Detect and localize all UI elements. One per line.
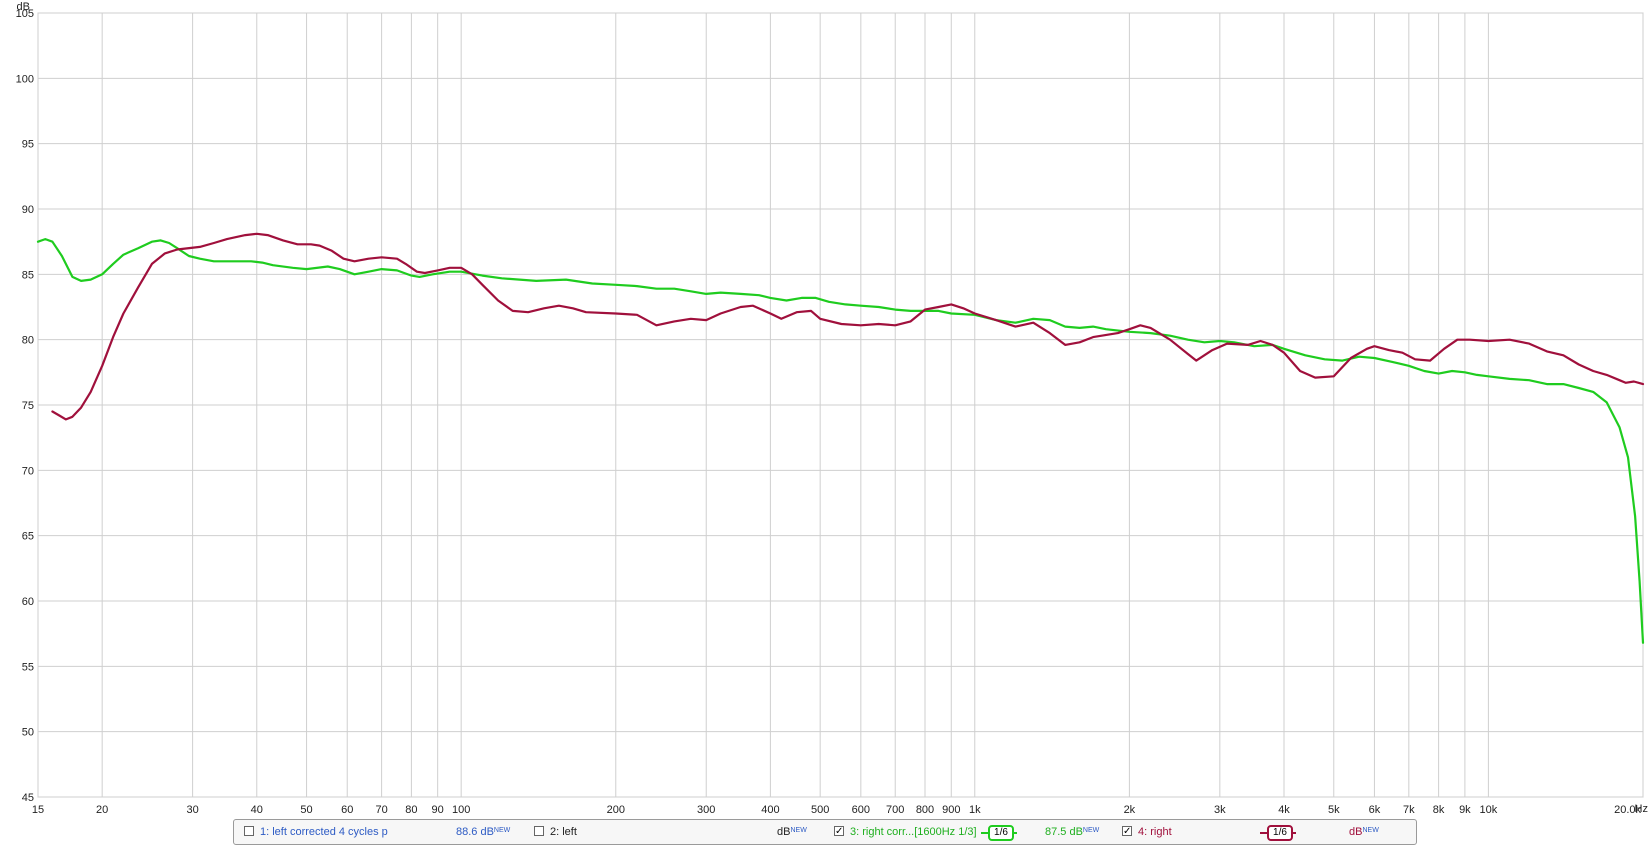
legend-label-1[interactable]: 1: left corrected 4 cycles p xyxy=(260,826,388,839)
y-tick-label: 75 xyxy=(22,400,34,412)
x-tick-label: 200 xyxy=(607,804,625,816)
smoothing-value-4: 1/6 xyxy=(1267,825,1293,841)
legend-label-3[interactable]: 3: right corr...[1600Hz 1/3] xyxy=(850,826,977,839)
x-tick-label: 2k xyxy=(1124,804,1136,816)
legend-value-text-3: 87.5 dB xyxy=(1045,826,1083,838)
x-tick-label: 500 xyxy=(811,804,829,816)
legend-value-1: 88.6 dBNEW xyxy=(456,826,510,839)
legend-value-3: 87.5 dBNEW xyxy=(1045,826,1099,839)
legend-value-text-1: 88.6 dB xyxy=(456,826,494,838)
x-tick-label: 700 xyxy=(886,804,904,816)
y-tick-label: 55 xyxy=(22,661,34,673)
legend-label-4[interactable]: 4: right xyxy=(1138,826,1172,839)
legend-new-badge-4: NEW xyxy=(1362,827,1379,834)
x-tick-label: 5k xyxy=(1328,804,1340,816)
legend-label-2[interactable]: 2: left xyxy=(550,826,577,839)
x-tick-label: 30 xyxy=(186,804,198,816)
x-tick-label: 4k xyxy=(1278,804,1290,816)
x-tick-label: 20 xyxy=(96,804,108,816)
legend-checkbox-1[interactable] xyxy=(244,826,254,836)
x-tick-label: 70 xyxy=(375,804,387,816)
x-tick-label: 40 xyxy=(251,804,263,816)
legend-value-4: dBNEW xyxy=(1349,826,1379,839)
x-tick-label: 50 xyxy=(300,804,312,816)
y-tick-label: 45 xyxy=(22,792,34,804)
x-tick-label: 80 xyxy=(405,804,417,816)
y-tick-label: 60 xyxy=(22,596,34,608)
legend-value-2: dBNEW xyxy=(777,826,807,839)
x-tick-label: 300 xyxy=(697,804,715,816)
x-tick-label: 90 xyxy=(432,804,444,816)
x-tick-label: 600 xyxy=(852,804,870,816)
legend-checkbox-2[interactable] xyxy=(534,826,544,836)
legend-new-badge-1: NEW xyxy=(493,827,511,834)
smoothing-value-3: 1/6 xyxy=(988,825,1014,841)
x-tick-label: 100 xyxy=(452,804,470,816)
x-tick-label: 800 xyxy=(916,804,934,816)
x-tick-label: 3k xyxy=(1214,804,1226,816)
y-tick-label: 85 xyxy=(22,269,34,281)
legend-new-badge-3: NEW xyxy=(1082,827,1100,834)
x-tick-label: 15 xyxy=(32,804,44,816)
x-tick-label: 8k xyxy=(1433,804,1445,816)
x-tick-label: 1k xyxy=(969,804,981,816)
y-tick-label: 80 xyxy=(22,335,34,347)
x-tick-label: 6k xyxy=(1369,804,1381,816)
y-tick-label: 70 xyxy=(22,465,34,477)
y-tick-label: 95 xyxy=(22,139,34,151)
y-tick-label: 100 xyxy=(16,73,34,85)
x-tick-label: 7k xyxy=(1403,804,1415,816)
x-tick-label: 900 xyxy=(942,804,960,816)
smoothing-button-4[interactable]: 1/6 xyxy=(1260,824,1296,841)
x-tick-label: 60 xyxy=(341,804,353,816)
x-tick-label: 400 xyxy=(761,804,779,816)
x-tick-label: 10k xyxy=(1480,804,1498,816)
y-tick-label: 90 xyxy=(22,204,34,216)
legend-checkbox-3[interactable]: ✓ xyxy=(834,826,844,837)
legend-panel: 1: left corrected 4 cycles p 88.6 dBNEW … xyxy=(233,819,1417,845)
legend-value-text-4: dB xyxy=(1349,826,1363,838)
legend-value-text-2: dB xyxy=(777,826,791,838)
y-tick-label: 65 xyxy=(22,531,34,543)
legend-checkbox-4[interactable]: ✓ xyxy=(1122,826,1132,837)
smoothing-button-3[interactable]: 1/6 xyxy=(981,824,1017,841)
frequency-response-chart: 455055606570758085909510010515 20 30 40 50 60… xyxy=(16,1,1648,816)
x-axis-unit: Hz xyxy=(1635,803,1648,815)
y-axis-label: dB xyxy=(17,1,30,13)
legend-new-badge-2: NEW xyxy=(790,827,807,834)
x-tick-label: 9k xyxy=(1459,804,1471,816)
y-tick-label: 50 xyxy=(22,727,34,739)
